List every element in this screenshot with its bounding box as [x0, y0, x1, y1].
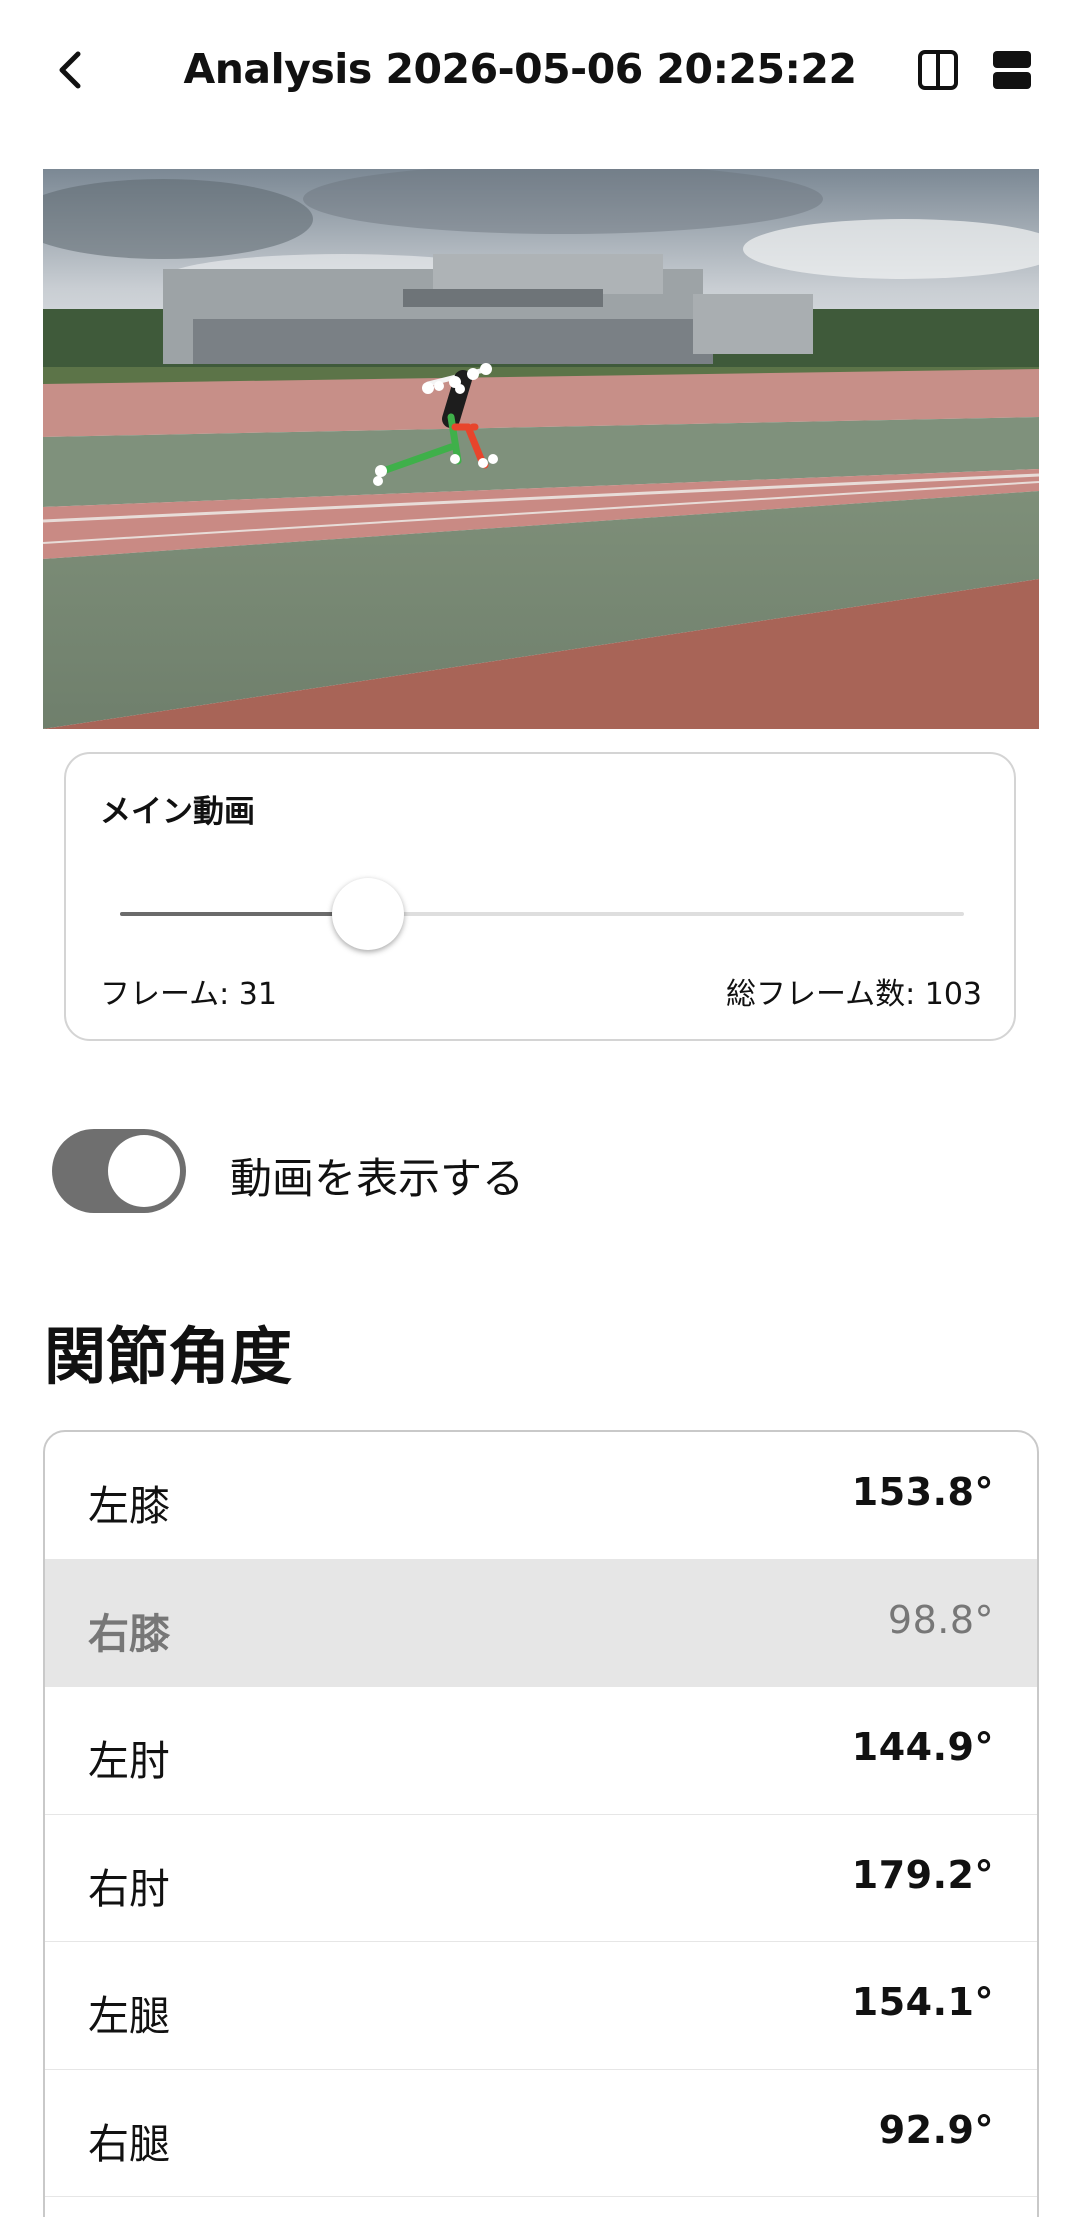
- angle-name: 右肘: [88, 1864, 170, 1913]
- angle-value: 92.9°: [878, 2107, 994, 2152]
- frame-slider[interactable]: [120, 874, 964, 954]
- angle-name: 左腿: [88, 1992, 170, 2040]
- total-frames-text: 総フレーム数: 103: [725, 977, 982, 1012]
- current-frame-text: フレーム: 31: [100, 977, 277, 1012]
- angle-row[interactable]: 左腿 154.1°: [45, 1942, 1037, 2070]
- show-video-toggle[interactable]: [52, 1129, 186, 1213]
- joint-angles-list: 左膝 153.8° 右膝 98.8° 左肘 144.9° 右肘 179.2° 左腿 154.1° 右…: [43, 1430, 1039, 2217]
- angle-row[interactable]: 左膝 153.8°: [45, 1432, 1037, 1560]
- angle-row[interactable]: [45, 2197, 1037, 2217]
- angle-row[interactable]: 左肘 144.9°: [45, 1687, 1037, 1815]
- toggle-knob: [108, 1135, 180, 1207]
- angle-row[interactable]: 右膝 98.8°: [45, 1559, 1037, 1687]
- angle-value: 98.8°: [887, 1597, 994, 1642]
- angle-name: 右膝: [88, 1609, 170, 1658]
- split-view-button[interactable]: [908, 40, 968, 100]
- split-view-icon: [918, 50, 958, 90]
- angle-value: 144.9°: [851, 1725, 994, 1769]
- show-video-toggle-row: 動画を表示する: [52, 1125, 952, 1215]
- chevron-left-icon: [59, 51, 81, 89]
- slider-fill: [120, 912, 368, 916]
- main-video-player-card: メイン動画 フレーム: 31 総フレーム数: 103: [64, 752, 1016, 1041]
- angle-value: 179.2°: [851, 1852, 994, 1897]
- angle-row[interactable]: 右肘 179.2°: [45, 1815, 1037, 1942]
- angle-value: 154.1°: [851, 1980, 994, 2024]
- angle-name: 左肘: [88, 1737, 170, 1785]
- stacked-view-button[interactable]: [982, 40, 1042, 100]
- back-button[interactable]: [40, 30, 100, 110]
- angle-name: 右腿: [88, 2119, 170, 2168]
- angle-row[interactable]: 右腿 92.9°: [45, 2070, 1037, 2197]
- page-title: Analysis 2026-05-06 20:25:22: [183, 45, 858, 93]
- show-video-label: 動画を表示する: [230, 1154, 525, 1203]
- angle-value: 153.8°: [851, 1470, 994, 1514]
- angle-name: 左膝: [88, 1482, 170, 1530]
- main-video-label: メイン動画: [100, 794, 255, 830]
- video-frame[interactable]: [43, 169, 1039, 729]
- stacked-view-icon: [993, 51, 1031, 89]
- joint-angles-title: 関節角度: [44, 1320, 293, 1393]
- slider-thumb[interactable]: [332, 878, 404, 950]
- app-header: Analysis 2026-05-06 20:25:22: [0, 0, 1080, 140]
